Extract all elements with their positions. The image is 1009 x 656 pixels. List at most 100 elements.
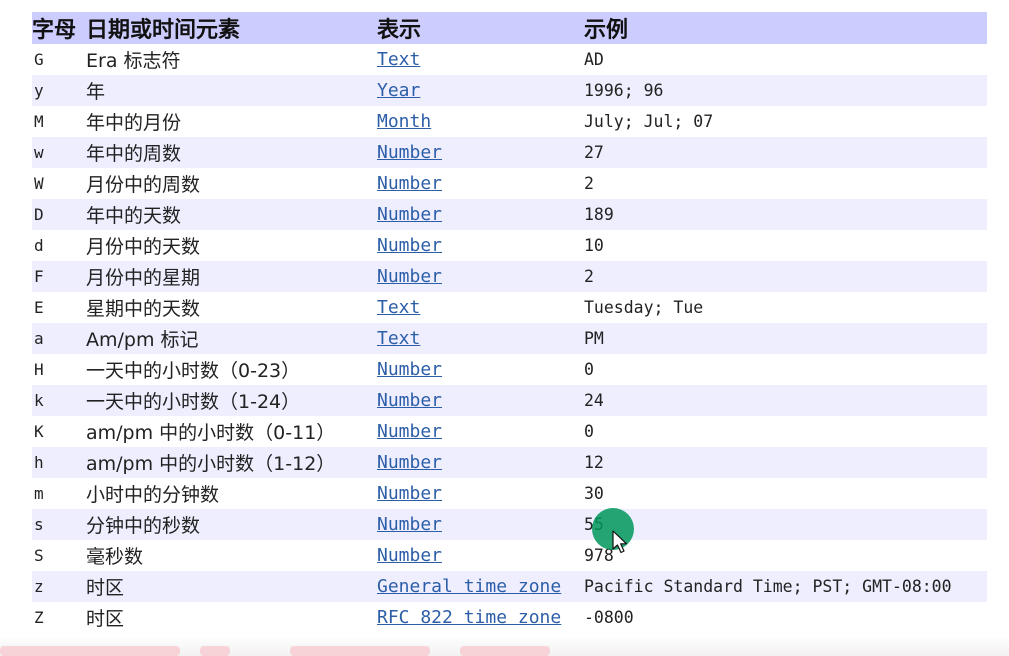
decorative-blob xyxy=(0,646,180,656)
representation-link[interactable]: Number xyxy=(377,514,442,535)
date-time-element: 分钟中的秒数 xyxy=(86,509,377,540)
representation-link[interactable]: Number xyxy=(377,359,442,380)
pattern-letter: H xyxy=(34,360,44,379)
table-row: w 年中的周数 Number 27 xyxy=(32,137,987,168)
example-value: 24 xyxy=(584,385,987,416)
representation-link[interactable]: Number xyxy=(377,390,442,411)
representation-link[interactable]: Number xyxy=(377,452,442,473)
representation-link[interactable]: RFC 822 time zone xyxy=(377,607,561,628)
date-time-element: Am/pm 标记 xyxy=(86,323,377,354)
date-time-element: am/pm 中的小时数（0-11） xyxy=(86,422,336,444)
example-value: -0800 xyxy=(584,608,634,627)
pattern-letter: w xyxy=(32,137,86,168)
table-row: h am/pm 中的小时数（1-12） Number 12 xyxy=(32,447,987,478)
representation-cell: Month xyxy=(377,106,584,137)
date-time-element: 月份中的星期 xyxy=(86,261,377,292)
representation-link[interactable]: Number xyxy=(377,142,442,163)
date-time-element: 年 xyxy=(86,75,377,106)
representation-cell: Number xyxy=(377,478,584,509)
example-value: 27 xyxy=(584,137,987,168)
pattern-letter: D xyxy=(32,199,86,230)
representation-link[interactable]: Number xyxy=(377,545,442,566)
decorative-blob xyxy=(290,646,430,656)
representation-link[interactable]: Number xyxy=(377,173,442,194)
representation-cell: Number xyxy=(377,416,584,447)
example-value: 0 xyxy=(584,360,594,379)
representation-cell: Text xyxy=(377,323,584,354)
representation-link[interactable]: Text xyxy=(377,297,420,318)
pattern-letter: m xyxy=(34,484,44,503)
representation-link[interactable]: Number xyxy=(377,266,442,287)
date-time-element: 星期中的天数 xyxy=(86,298,201,320)
table-row: z 时区 General time zone Pacific Standard Tim… xyxy=(32,571,987,602)
pattern-letter: z xyxy=(32,571,86,602)
pattern-letter: F xyxy=(32,261,86,292)
example-value: 1996; 96 xyxy=(584,75,987,106)
pattern-letter: E xyxy=(34,298,44,317)
representation-link[interactable]: Number xyxy=(377,204,442,225)
date-time-element: 月份中的周数 xyxy=(86,174,201,196)
date-time-element: am/pm 中的小时数（1-12） xyxy=(86,447,377,478)
pattern-letter: G xyxy=(34,50,44,69)
table-row: Kam/pm 中的小时数（0-11） Number 0 xyxy=(32,416,987,447)
table-header: 字母 日期或时间元素 表示 示例 xyxy=(32,12,987,44)
representation-link[interactable]: Number xyxy=(377,483,442,504)
pattern-letter: M xyxy=(34,112,44,131)
pattern-letter: y xyxy=(32,75,86,106)
representation-cell: Text xyxy=(377,292,584,323)
table-row: F 月份中的星期 Number 2 xyxy=(32,261,987,292)
pattern-letter: k xyxy=(32,385,86,416)
example-value: 978 xyxy=(584,546,614,565)
example-value: 10 xyxy=(584,236,604,255)
representation-cell: Text xyxy=(377,44,584,75)
representation-link[interactable]: General time zone xyxy=(377,576,561,597)
pattern-letter: h xyxy=(32,447,86,478)
representation-cell: Number xyxy=(377,137,584,168)
table-row: M 年中的月份 Month July; Jul; 07 xyxy=(32,106,987,137)
representation-cell: RFC 822 time zone xyxy=(377,602,584,633)
example-value: 0 xyxy=(584,422,594,441)
representation-link[interactable]: Month xyxy=(377,111,431,132)
table-row: D 年中的天数 Number 189 xyxy=(32,199,987,230)
example-value: 30 xyxy=(584,484,604,503)
table-body: G Era 标志符 Text AD y 年 Year 1996; 96 M 年中的月份 Month J… xyxy=(32,44,987,633)
representation-cell: Number xyxy=(377,354,584,385)
example-value: July; Jul; 07 xyxy=(584,112,714,131)
date-time-element: 时区 xyxy=(86,571,377,602)
representation-cell: Number xyxy=(377,261,584,292)
example-value: AD xyxy=(584,50,604,69)
representation-cell: Number xyxy=(377,447,584,478)
representation-cell: Number xyxy=(377,540,584,571)
date-time-element: 毫秒数 xyxy=(86,546,144,568)
header-example: 示例 xyxy=(584,12,987,44)
table-row: s分钟中的秒数Number 55 xyxy=(32,509,987,540)
representation-link[interactable]: Number xyxy=(377,421,442,442)
table-row: Z 时区 RFC 822 time zone -0800 xyxy=(32,602,987,633)
representation-link[interactable]: Year xyxy=(377,80,420,101)
representation-link[interactable]: Text xyxy=(377,328,420,349)
example-value: 55 xyxy=(584,509,987,540)
table-row: k 一天中的小时数（1-24） Number 24 xyxy=(32,385,987,416)
pattern-letter: W xyxy=(34,174,44,193)
pattern-letter: K xyxy=(34,422,44,441)
representation-link[interactable]: Number xyxy=(377,235,442,256)
decorative-blob xyxy=(200,646,230,656)
table-row: W 月份中的周数 Number 2 xyxy=(32,168,987,199)
pattern-letter: s xyxy=(32,509,86,540)
table-row: G Era 标志符 Text AD xyxy=(32,44,987,75)
table-row: y 年 Year 1996; 96 xyxy=(32,75,987,106)
table-row: H 一天中的小时数（0-23） Number 0 xyxy=(32,354,987,385)
pattern-letter: Z xyxy=(34,608,44,627)
date-time-element: 年中的天数 xyxy=(86,199,377,230)
example-value: 2 xyxy=(584,174,594,193)
example-value: PM xyxy=(584,323,987,354)
example-value: 189 xyxy=(584,199,987,230)
representation-cell: Number xyxy=(377,230,584,261)
representation-link[interactable]: Text xyxy=(377,49,420,70)
date-time-element: 年中的周数 xyxy=(86,137,377,168)
table-row: E 星期中的天数 Text Tuesday; Tue xyxy=(32,292,987,323)
representation-cell: Number xyxy=(377,385,584,416)
date-time-element: 一天中的小时数（0-23） xyxy=(86,360,301,382)
representation-cell: Number xyxy=(377,509,584,540)
date-time-element: 时区 xyxy=(86,608,125,630)
